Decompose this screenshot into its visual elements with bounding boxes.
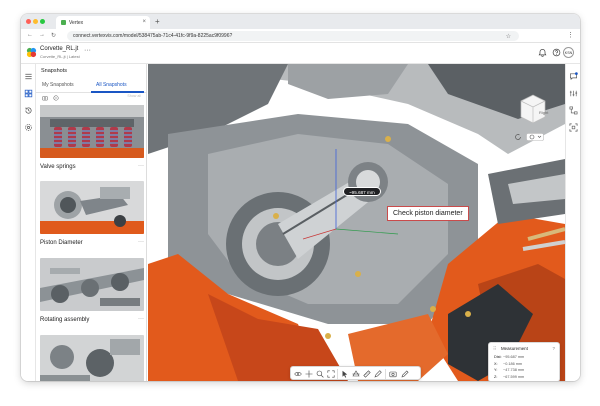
bookmark-star-icon[interactable]: ☆ — [506, 32, 511, 41]
snapshot-toolbar: Show all — [36, 93, 146, 103]
camera-icon[interactable] — [389, 370, 397, 378]
snapshot-label: Valve springs — [40, 164, 76, 170]
notification-bell-icon[interactable] — [538, 48, 547, 57]
snapshot-label: Rotating assembly — [40, 317, 90, 323]
close-tab-icon[interactable]: × — [142, 19, 146, 25]
tab-title: Vertex — [69, 19, 84, 26]
3d-viewport[interactable]: ~95.687 mm Check piston diameter Right ⠿… — [148, 64, 565, 381]
snapshots-icon[interactable] — [24, 89, 33, 98]
left-rail — [21, 64, 36, 381]
file-more-icon[interactable]: ··· — [84, 47, 91, 54]
file-version[interactable]: Corvette_RL.jt | Latest — [40, 54, 80, 59]
measurement-key: Z: — [494, 374, 498, 379]
snapshot-card[interactable]: Valve springs ··· — [40, 105, 144, 177]
snapshot-menu-icon[interactable]: ··· — [138, 316, 144, 322]
view-cube-face-label: Right — [539, 110, 549, 115]
help-icon[interactable] — [552, 48, 561, 57]
snapshot-thumbnail — [40, 258, 144, 311]
url-text: connect.vertexvis.com/model/538475ab-71c… — [73, 33, 233, 39]
panel-title: Snapshots — [41, 68, 67, 74]
snapshot-thumbnail — [40, 335, 144, 381]
camera-home-dropdown-icon[interactable] — [526, 133, 544, 141]
measurement-row-y: Y: ~47.738 mm — [494, 368, 524, 372]
fit-icon[interactable] — [569, 123, 578, 132]
new-tab-button[interactable]: + — [155, 17, 160, 26]
toolbar-divider — [385, 369, 386, 379]
maximize-window-button[interactable] — [40, 19, 45, 24]
measurement-title: Measurement — [501, 346, 528, 351]
rotate-left-icon[interactable] — [514, 133, 523, 141]
right-rail — [565, 64, 580, 381]
tree-icon[interactable] — [569, 106, 578, 115]
toolbar-divider — [337, 369, 338, 379]
browser-tab[interactable]: Vertex × — [56, 16, 150, 29]
measure-icon[interactable] — [363, 370, 371, 378]
file-name: Corvette_RL.jt — [40, 46, 79, 52]
snapshot-label: Piston Diameter — [40, 240, 83, 246]
vertex-logo-icon — [26, 47, 37, 58]
orbit-icon[interactable] — [294, 370, 302, 378]
view-cube[interactable]: Right — [515, 91, 551, 127]
measurement-value: ~47.738 mm — [503, 368, 525, 372]
properties-icon[interactable] — [569, 89, 578, 98]
viewer-toolbar — [290, 366, 421, 380]
snapshots-panel: Snapshots My Snapshots All Snapshots Sho… — [36, 64, 147, 381]
snapshot-tabs: My Snapshots All Snapshots — [36, 80, 146, 93]
measurement-value: ~95.687 mm — [503, 355, 525, 359]
measurement-panel[interactable]: ⠿ Measurement ? Dist:~95.687 mm X: ~0.186… — [488, 342, 560, 381]
engine-model-render[interactable] — [148, 64, 565, 381]
measurement-key: Y: — [494, 368, 498, 372]
reload-icon[interactable]: ↻ — [51, 32, 56, 39]
forward-icon[interactable]: → — [39, 32, 45, 38]
browser-window: Vertex × + ← → ↻ connect.vertexvis.com/m… — [21, 14, 580, 381]
vertex-favicon-icon — [61, 20, 66, 25]
measurement-row-z: Z: ~67.599 mm — [494, 375, 524, 379]
help-icon[interactable]: ? — [553, 346, 555, 351]
pan-icon[interactable] — [305, 370, 313, 378]
measurement-row-distance: Dist:~95.687 mm — [494, 355, 524, 359]
camera-icon[interactable] — [42, 95, 48, 101]
measurement-key: Dist: — [494, 355, 502, 359]
measurement-value: ~0.186 mm — [503, 361, 523, 366]
menu-icon[interactable] — [24, 72, 33, 81]
drag-handle-icon[interactable]: ⠿ — [493, 346, 496, 352]
settings-icon[interactable] — [24, 123, 33, 132]
pencil-icon[interactable] — [401, 370, 409, 378]
history-icon[interactable] — [24, 106, 33, 115]
tab-all-snapshots[interactable]: All Snapshots — [96, 82, 127, 88]
snapshot-thumbnail — [40, 181, 144, 234]
browser-tab-bar: Vertex × + — [21, 14, 580, 29]
snapshot-thumbnail — [40, 105, 144, 158]
browser-menu-icon[interactable]: ⋮ — [567, 31, 574, 39]
tab-my-snapshots[interactable]: My Snapshots — [42, 82, 74, 88]
measurement-value: ~67.599 mm — [503, 374, 525, 379]
close-window-button[interactable] — [26, 19, 31, 24]
pin-callout[interactable]: Check piston diameter — [387, 206, 469, 221]
address-bar: ← → ↻ connect.vertexvis.com/model/538475… — [21, 29, 580, 43]
select-icon[interactable] — [341, 370, 349, 378]
snapshot-card[interactable]: Rotating assembly ··· — [40, 258, 144, 330]
snapshot-card[interactable] — [40, 335, 144, 381]
measurement-row-x: X: ~0.186 mm — [494, 362, 522, 366]
snapshot-card[interactable]: Piston Diameter ··· — [40, 181, 144, 253]
fit-all-icon[interactable] — [327, 370, 335, 378]
snapshot-menu-icon[interactable]: ··· — [138, 163, 144, 169]
filter-icon[interactable] — [53, 95, 59, 101]
app-header: Corvette_RL.jt Corvette_RL.jt | Latest ·… — [21, 43, 580, 64]
snapshot-menu-icon[interactable]: ··· — [138, 239, 144, 245]
measurement-key: X: — [494, 361, 498, 366]
back-icon[interactable]: ← — [27, 32, 33, 38]
measurement-value-pill[interactable]: ~95.687 mm — [343, 187, 381, 196]
section-icon[interactable] — [352, 370, 360, 378]
user-avatar[interactable]: KSN — [563, 47, 574, 58]
url-field[interactable]: connect.vertexvis.com/model/538475ab-71c… — [67, 31, 519, 41]
zoom-icon[interactable] — [316, 370, 324, 378]
show-all-link[interactable]: Show all — [127, 94, 141, 98]
minimize-window-button[interactable] — [33, 19, 38, 24]
markup-icon[interactable] — [374, 370, 382, 378]
comments-icon[interactable] — [569, 72, 578, 81]
